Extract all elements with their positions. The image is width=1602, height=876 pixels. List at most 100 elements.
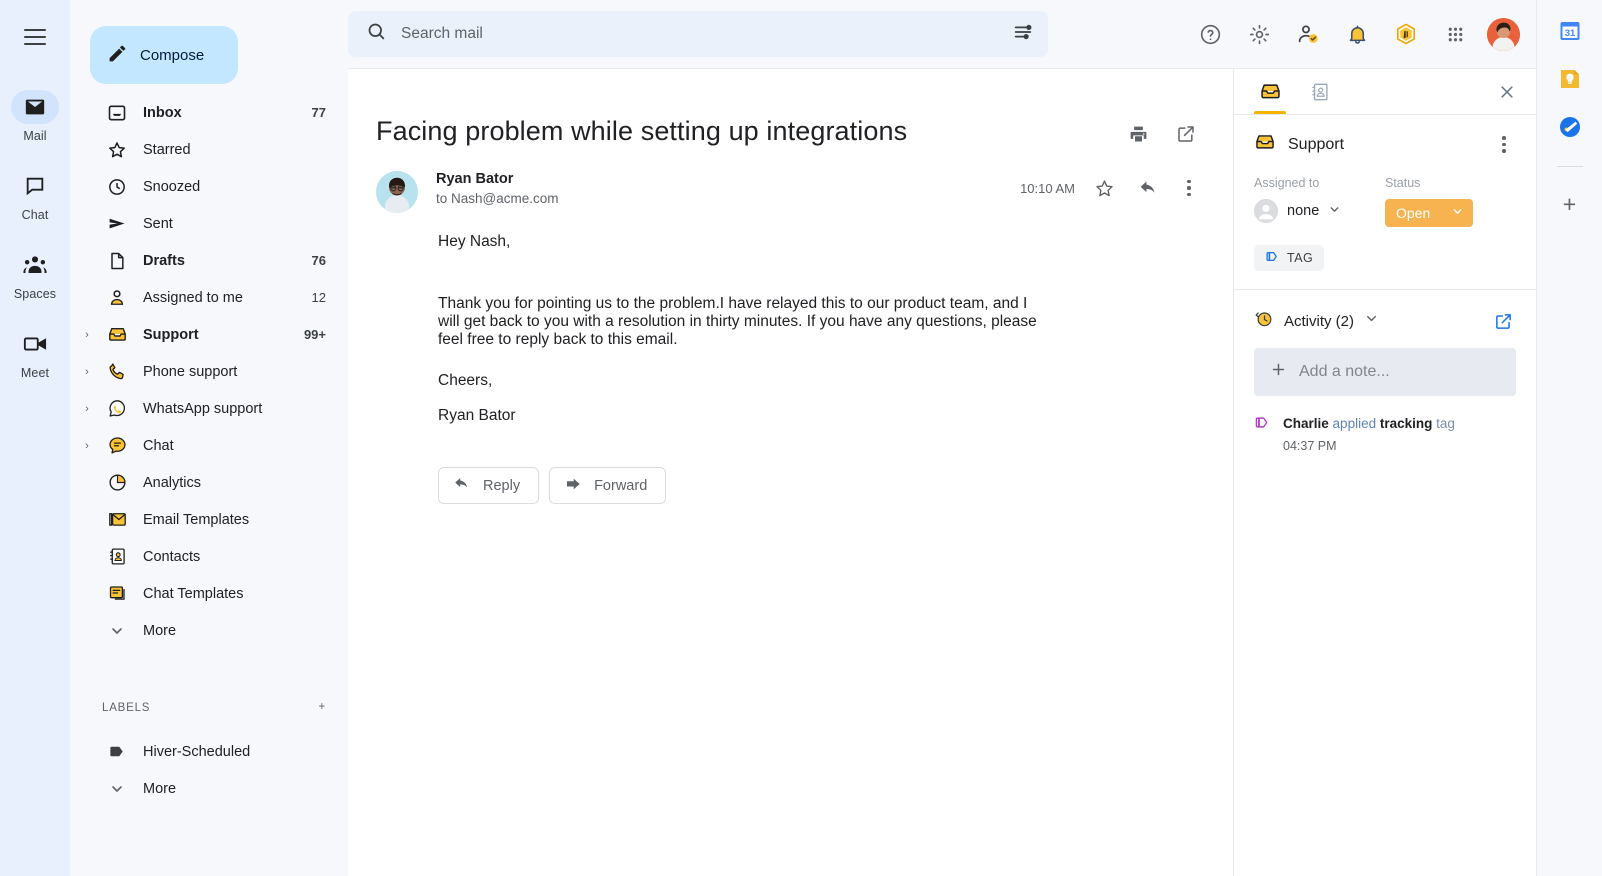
calendar-icon[interactable]: 31 xyxy=(1557,18,1583,44)
sidebar-item-snoozed[interactable]: Snoozed xyxy=(70,168,348,205)
activity-item-line: Charlie applied tracking tag xyxy=(1283,416,1455,431)
message-time: 10:10 AM xyxy=(1020,181,1075,196)
mailbox-name: Support xyxy=(1288,136,1480,154)
search-bar[interactable] xyxy=(348,11,1048,57)
sidebar-item-chat[interactable]: › Chat xyxy=(70,427,348,464)
meet-icon xyxy=(11,327,59,361)
open-in-new-icon[interactable] xyxy=(1490,308,1516,334)
status-badge[interactable]: Open xyxy=(1385,199,1473,227)
status-field: Status Open xyxy=(1385,176,1516,227)
chevron-down-icon xyxy=(102,781,132,797)
page-title: Facing problem while setting up integrat… xyxy=(376,115,1123,149)
assignee-select[interactable]: none xyxy=(1254,199,1385,223)
sender-avatar[interactable] xyxy=(376,171,418,213)
reply-icon[interactable] xyxy=(1133,173,1163,203)
chevron-down-icon[interactable] xyxy=(1364,311,1379,331)
status-value: Open xyxy=(1396,205,1430,221)
far-right-rail: 31 + xyxy=(1536,0,1602,876)
conversation-tab[interactable] xyxy=(1248,70,1292,114)
tray-icon xyxy=(1254,131,1276,158)
rail-divider xyxy=(1557,166,1583,167)
tag-chip-label: TAG xyxy=(1287,251,1313,265)
add-note-placeholder: Add a note... xyxy=(1299,363,1390,381)
message: Ryan Bator to Nash@acme.com 10:10 AM xyxy=(348,149,1233,504)
sidebar-item-count: 12 xyxy=(312,290,326,305)
add-note-input[interactable]: Add a note... xyxy=(1254,348,1516,396)
add-tag-chip[interactable]: TAG xyxy=(1254,245,1324,271)
history-icon xyxy=(1254,309,1274,334)
sidebar-item-chat-templates[interactable]: Chat Templates xyxy=(70,575,348,612)
chevron-right-icon[interactable]: › xyxy=(76,329,98,341)
chevron-right-icon[interactable]: › xyxy=(76,366,98,378)
app-rail: Mail Chat Spaces xyxy=(0,0,70,876)
sidebar-item-count: 99+ xyxy=(304,327,326,342)
sender-name: Ryan Bator xyxy=(436,171,1020,187)
activity-verb: applied xyxy=(1333,416,1377,431)
body-signoff: Cheers, xyxy=(438,363,1201,398)
reply-button[interactable]: Reply xyxy=(438,467,539,504)
inbox-icon xyxy=(102,103,132,123)
conversation-fields: Assigned to none xyxy=(1254,176,1516,227)
avatar[interactable] xyxy=(1487,18,1520,51)
sidebar-item-label: Starred xyxy=(132,142,326,158)
label-item-more[interactable]: More xyxy=(70,770,348,807)
sidebar-item-phone-support[interactable]: › Phone support xyxy=(70,353,348,390)
keep-icon[interactable] xyxy=(1557,66,1583,92)
sidebar-item-label: Contacts xyxy=(132,549,326,565)
gear-icon[interactable] xyxy=(1242,17,1276,51)
sidebar-item-sent[interactable]: Sent xyxy=(70,205,348,242)
sidebar-item-assigned-to-me[interactable]: Assigned to me 12 xyxy=(70,279,348,316)
body-greeting: Hey Nash, xyxy=(438,233,1201,251)
star-outline-icon[interactable] xyxy=(1089,173,1119,203)
chevron-right-icon[interactable]: › xyxy=(76,403,98,415)
sidebar-item-email-templates[interactable]: Email Templates xyxy=(70,501,348,538)
sidebar-item-drafts[interactable]: Drafts 76 xyxy=(70,242,348,279)
star-icon xyxy=(102,140,132,160)
plus-icon xyxy=(1270,361,1287,383)
close-icon[interactable] xyxy=(1492,77,1522,107)
rail-item-chat[interactable]: Chat xyxy=(0,169,70,222)
forward-button[interactable]: Forward xyxy=(549,467,666,504)
reply-icon xyxy=(453,475,471,497)
contacts-tab[interactable] xyxy=(1298,70,1342,114)
rail-item-meet[interactable]: Meet xyxy=(0,327,70,380)
label-item-hiver-scheduled[interactable]: Hiver-Scheduled xyxy=(70,733,348,770)
bell-icon[interactable] xyxy=(1340,17,1374,51)
sidebar-item-support[interactable]: › Support 99+ xyxy=(70,316,348,353)
tasks-icon[interactable] xyxy=(1557,114,1583,140)
sidebar-item-label: Inbox xyxy=(132,105,312,121)
search-input[interactable] xyxy=(401,25,998,43)
sidebar-item-label: Phone support xyxy=(132,364,326,380)
sidebar-item-label: Drafts xyxy=(132,253,312,269)
sidebar-item-more-folders[interactable]: More xyxy=(70,612,348,649)
compose-button[interactable]: Compose xyxy=(90,26,238,84)
print-icon[interactable] xyxy=(1123,119,1153,149)
plus-icon[interactable]: + xyxy=(1563,193,1576,216)
plus-icon[interactable]: + xyxy=(318,702,326,714)
sidebar-item-starred[interactable]: Starred xyxy=(70,131,348,168)
side-panel: Support Assigned to none xyxy=(1233,69,1536,876)
chevron-right-icon[interactable]: › xyxy=(76,440,98,452)
activity-actor: Charlie xyxy=(1283,416,1329,431)
subject-row: Facing problem while setting up integrat… xyxy=(348,115,1233,149)
contacts-icon xyxy=(102,546,132,567)
sidebar-item-contacts[interactable]: Contacts xyxy=(70,538,348,575)
recipient-line[interactable]: to Nash@acme.com xyxy=(436,191,1020,206)
sidebar-item-inbox[interactable]: Inbox 77 xyxy=(70,94,348,131)
sidebar-item-whatsapp-support[interactable]: › WhatsApp support xyxy=(70,390,348,427)
help-icon[interactable] xyxy=(1193,17,1227,51)
hiver-hexagon-icon[interactable] xyxy=(1389,17,1423,51)
sidebar-item-label: Chat xyxy=(132,438,326,454)
sidebar-item-analytics[interactable]: Analytics xyxy=(70,464,348,501)
more-vert-icon[interactable] xyxy=(1492,132,1516,158)
activity-title: Activity (2) xyxy=(1284,313,1354,330)
open-in-new-icon[interactable] xyxy=(1171,119,1201,149)
account-verified-icon[interactable] xyxy=(1291,17,1325,51)
tune-icon[interactable] xyxy=(1012,21,1034,48)
rail-item-mail[interactable]: Mail xyxy=(0,90,70,143)
rail-item-spaces[interactable]: Spaces xyxy=(0,248,70,301)
activity-object: tracking xyxy=(1380,416,1433,431)
more-vert-icon[interactable] xyxy=(1177,175,1201,201)
hamburger-icon[interactable] xyxy=(18,20,52,54)
apps-grid-icon[interactable] xyxy=(1438,17,1472,51)
